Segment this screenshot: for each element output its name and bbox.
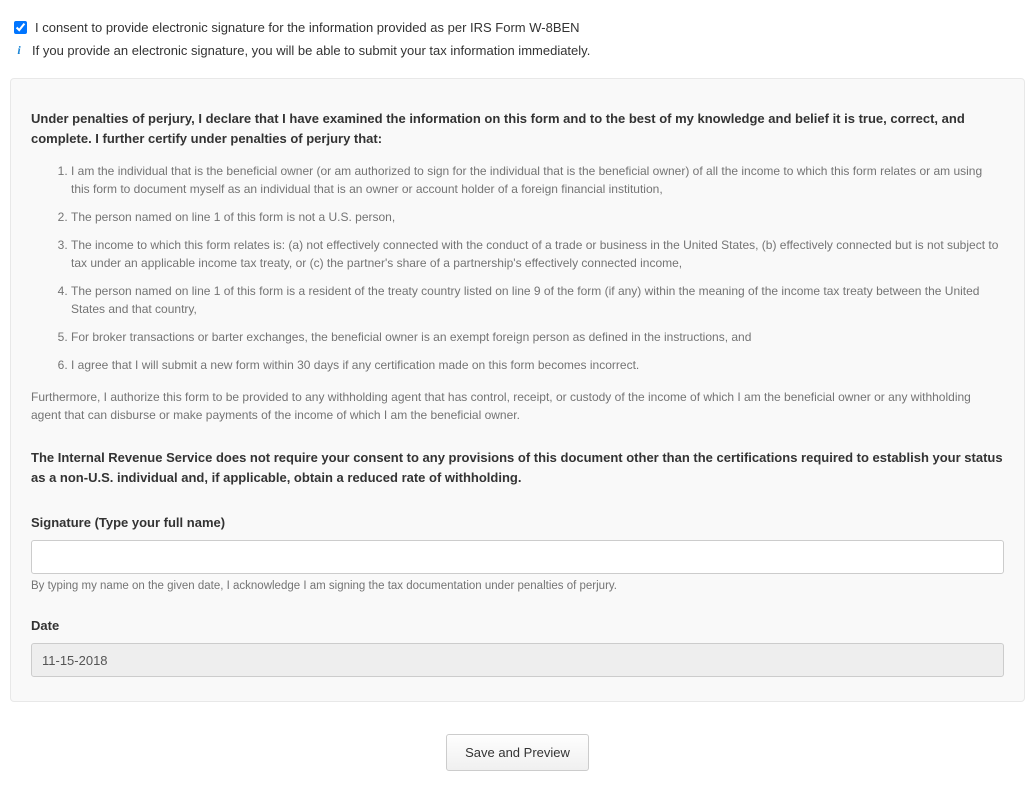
certification-item: For broker transactions or barter exchan… <box>71 328 1004 346</box>
certification-item: The person named on line 1 of this form … <box>71 208 1004 226</box>
date-input <box>31 643 1004 677</box>
certification-item: I am the individual that is the benefici… <box>71 162 1004 198</box>
consent-row: I consent to provide electronic signatur… <box>10 20 1025 35</box>
certification-list: I am the individual that is the benefici… <box>31 162 1004 374</box>
signature-input[interactable] <box>31 540 1004 574</box>
certification-item: I agree that I will submit a new form wi… <box>71 356 1004 374</box>
signature-label: Signature (Type your full name) <box>31 515 1004 530</box>
certification-panel: Under penalties of perjury, I declare th… <box>10 78 1025 702</box>
info-row: i If you provide an electronic signature… <box>10 43 1025 58</box>
consent-checkbox[interactable] <box>14 21 27 34</box>
signature-help-text: By typing my name on the given date, I a… <box>31 580 1004 592</box>
date-label: Date <box>31 618 1004 633</box>
declaration-text: Under penalties of perjury, I declare th… <box>31 109 1004 148</box>
info-icon: i <box>14 43 24 58</box>
info-text: If you provide an electronic signature, … <box>32 43 590 58</box>
certification-item: The person named on line 1 of this form … <box>71 282 1004 318</box>
save-preview-button[interactable]: Save and Preview <box>446 734 589 771</box>
irs-notice-text: The Internal Revenue Service does not re… <box>31 448 1004 487</box>
button-row: Save and Preview <box>10 734 1025 771</box>
certification-item: The income to which this form relates is… <box>71 236 1004 272</box>
furthermore-text: Furthermore, I authorize this form to be… <box>31 388 1004 424</box>
consent-label: I consent to provide electronic signatur… <box>35 20 580 35</box>
